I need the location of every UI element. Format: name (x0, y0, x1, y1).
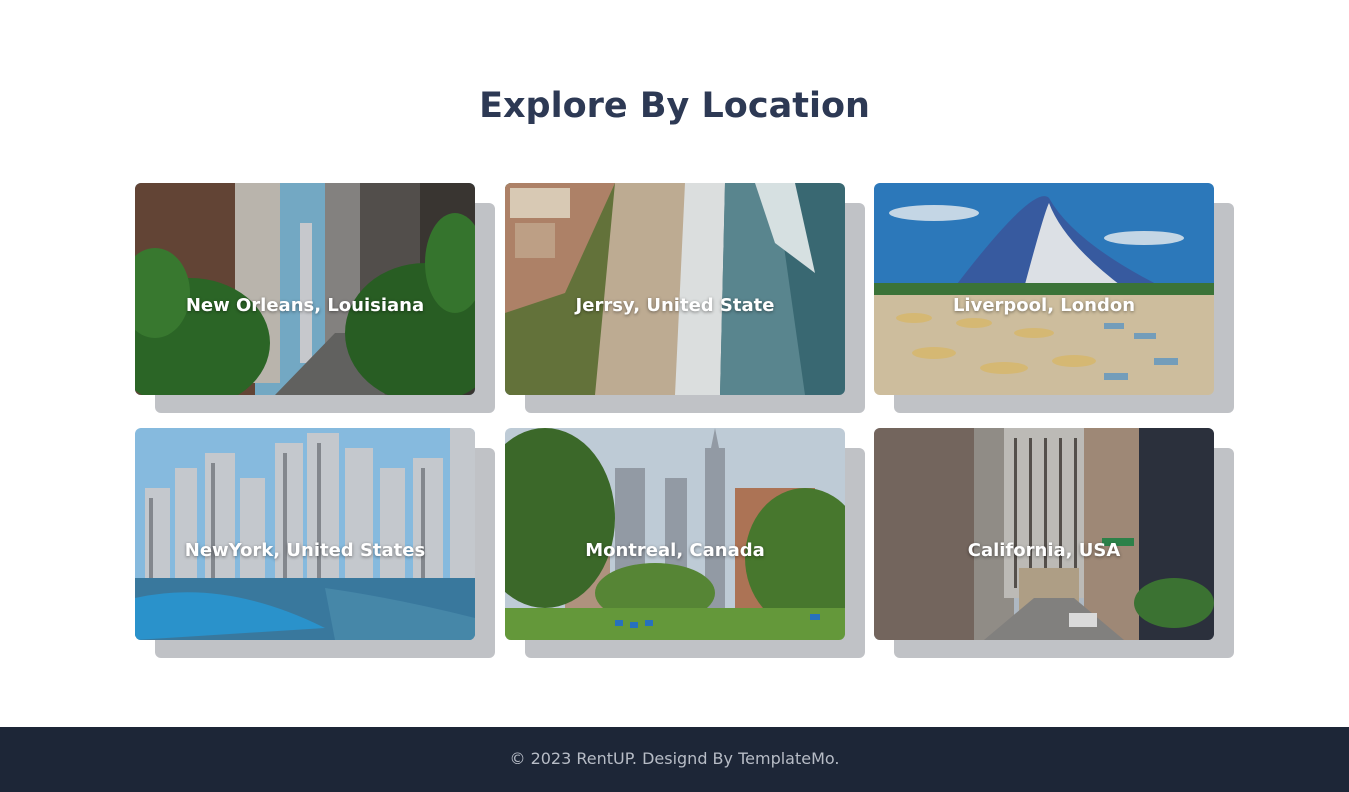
location-card-jerrsy[interactable]: Jerrsy, United State (505, 183, 865, 413)
location-label[interactable]: California, USA (874, 540, 1214, 561)
location-card-california[interactable]: California, USA (874, 428, 1234, 658)
location-label[interactable]: Liverpool, London (874, 295, 1214, 316)
location-label[interactable]: Montreal, Canada (505, 540, 845, 561)
location-photo-city-street[interactable] (135, 183, 475, 395)
location-label[interactable]: NewYork, United States (135, 540, 475, 561)
location-label[interactable]: New Orleans, Louisiana (135, 295, 475, 316)
location-card-liverpool[interactable]: Liverpool, London (874, 183, 1234, 413)
location-photo-coast-beach[interactable] (505, 183, 845, 395)
location-card-newyork[interactable]: NewYork, United States (135, 428, 495, 658)
section-title: Explore By Location (479, 86, 870, 126)
location-photo-park-skyline[interactable] (505, 428, 845, 640)
location-photo-marina-skyline[interactable] (135, 428, 475, 640)
location-photo-beach-resort[interactable] (874, 183, 1214, 395)
location-photo-avenue-buildings[interactable] (874, 428, 1214, 640)
location-label[interactable]: Jerrsy, United State (505, 295, 845, 316)
location-card-new-orleans[interactable]: New Orleans, Louisiana (135, 183, 495, 413)
footer-copyright: © 2023 RentUP. Designd By TemplateMo. (509, 749, 840, 768)
location-card-montreal[interactable]: Montreal, Canada (505, 428, 865, 658)
page: Explore By Location New Orleans, Louisia… (0, 0, 1349, 792)
footer: © 2023 RentUP. Designd By TemplateMo. (0, 727, 1349, 792)
